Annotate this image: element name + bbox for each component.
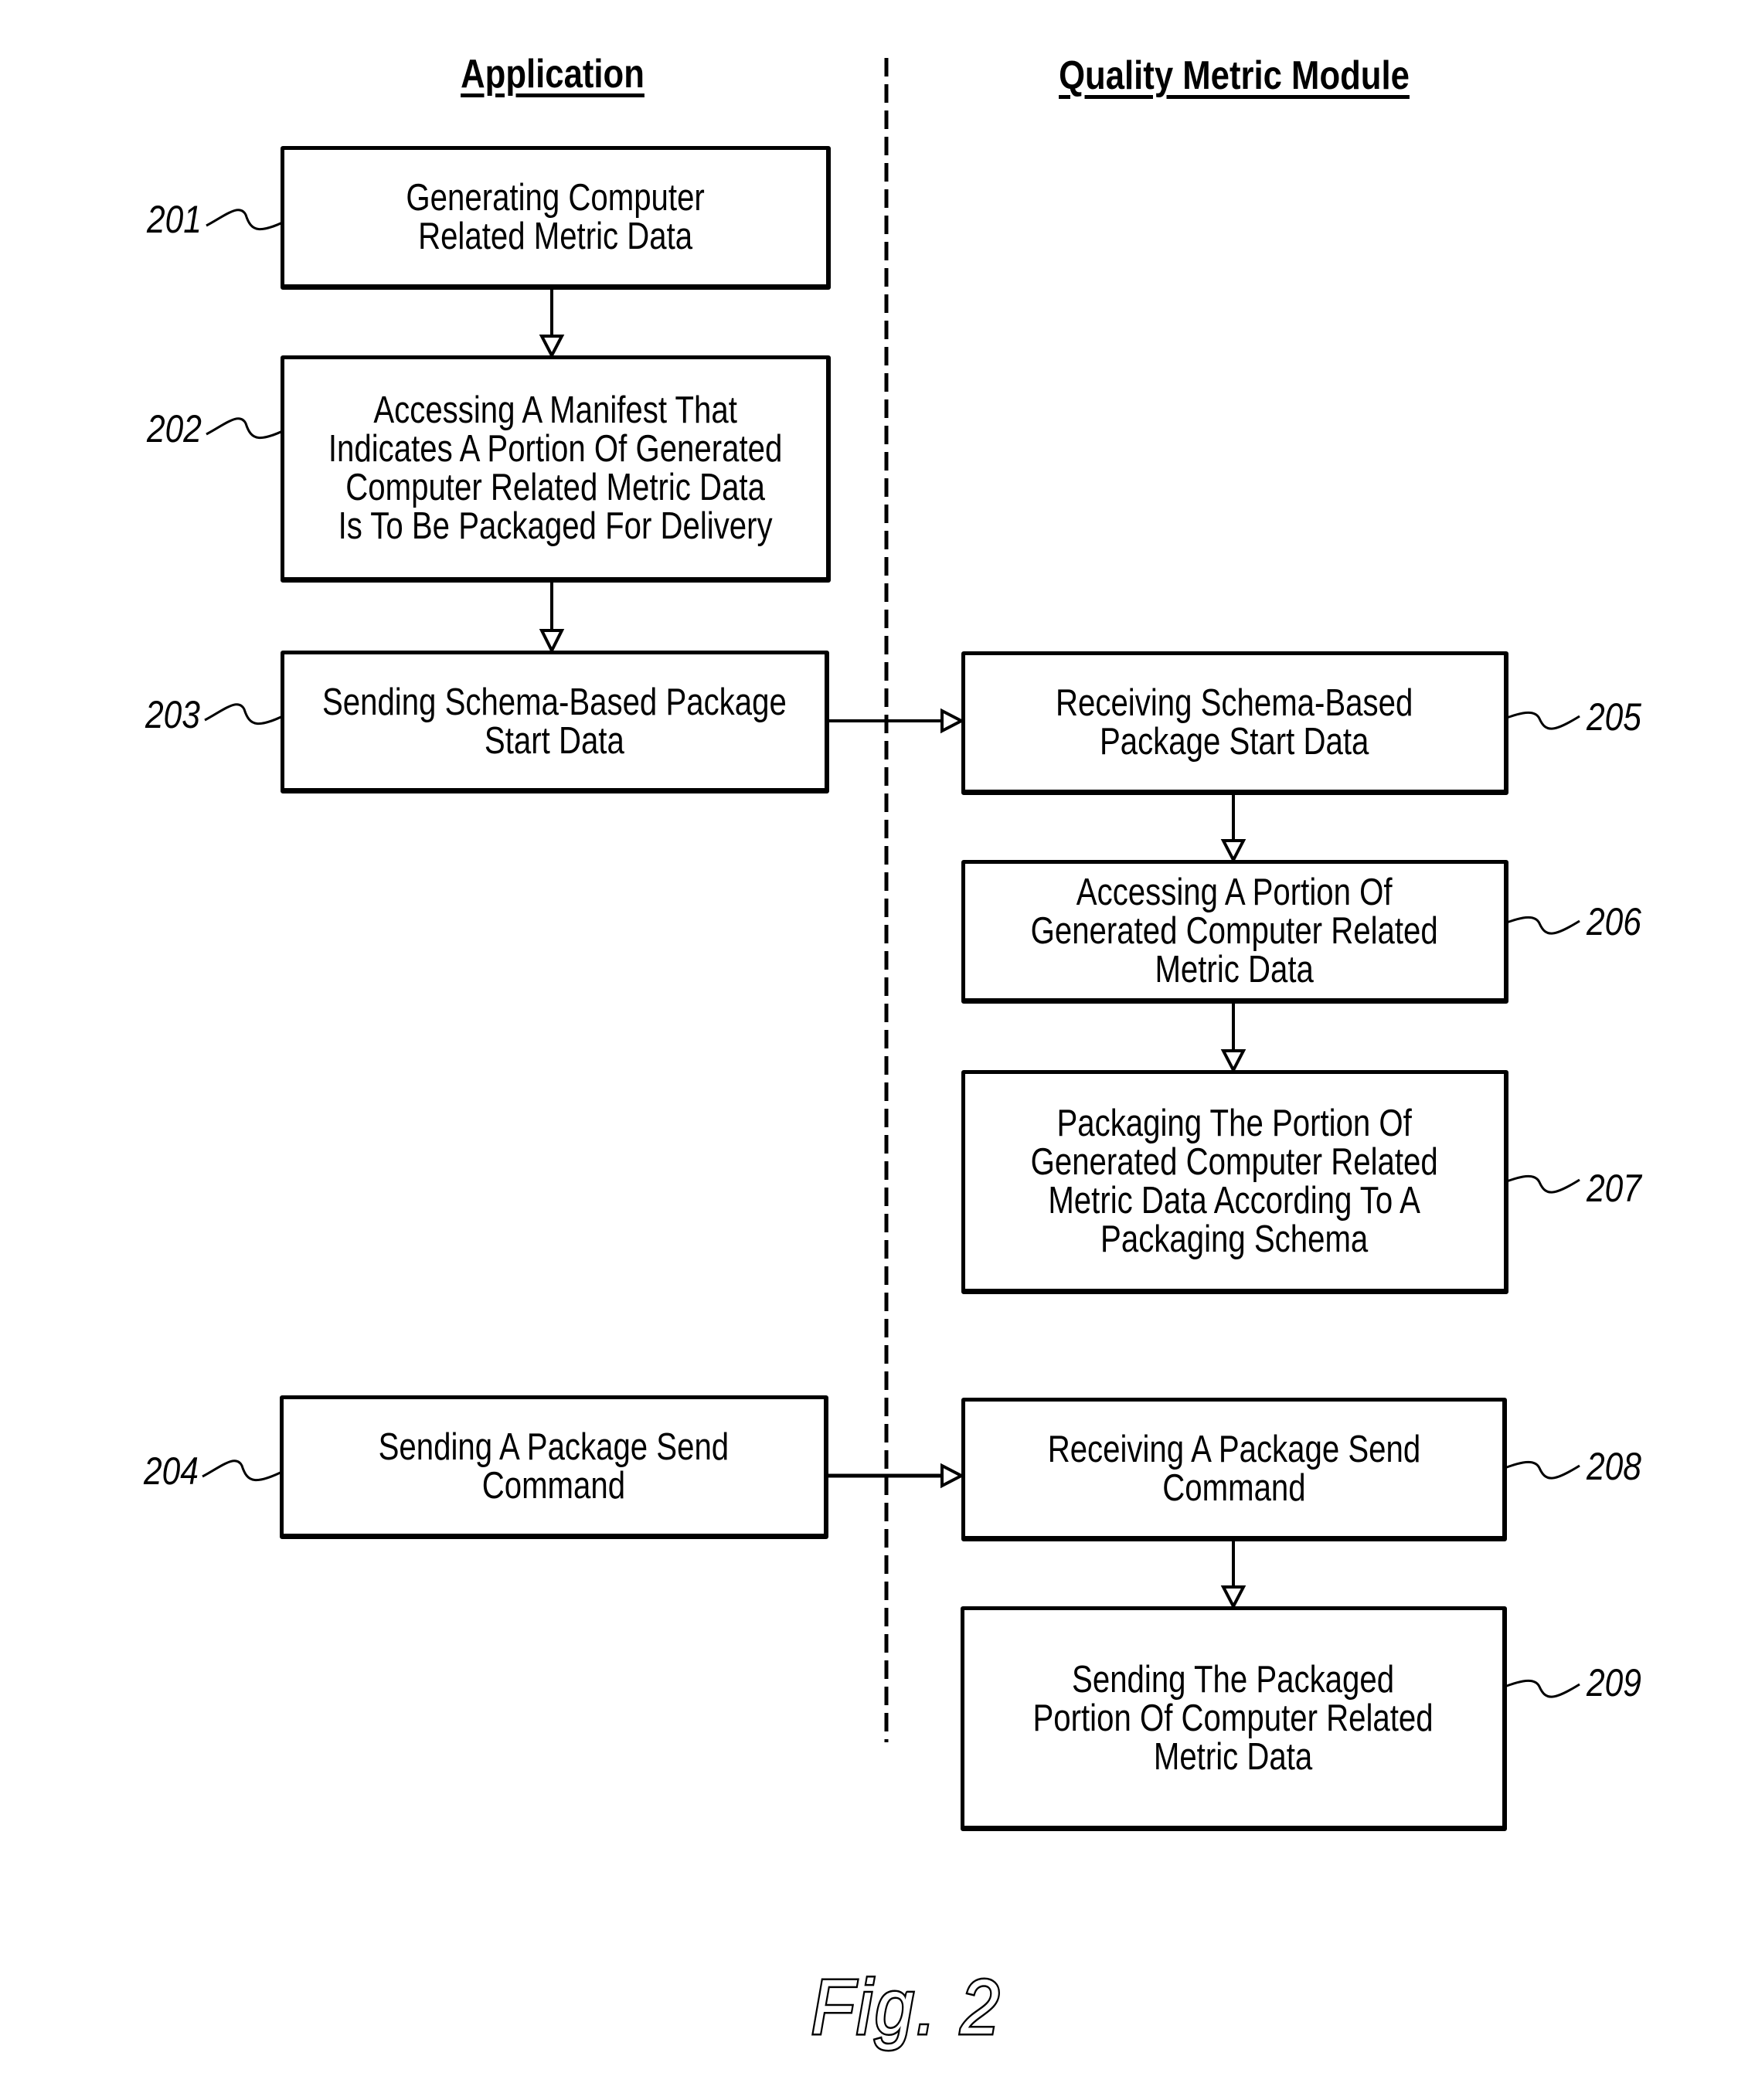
step-box-205: Receiving Schema-Based Package Start Dat… xyxy=(961,651,1508,795)
step-text-201: Generating Computer Related Metric Data xyxy=(406,177,705,257)
leader-204 xyxy=(202,1459,289,1481)
step-text-203: Sending Schema-Based Package Start Data xyxy=(322,681,787,762)
step-text-205: Receiving Schema-Based Package Start Dat… xyxy=(1056,682,1413,763)
leader-209 xyxy=(1494,1679,1580,1698)
figure-caption: Fig. 2 xyxy=(810,1964,1002,2051)
arrow-205-206 xyxy=(1220,793,1247,864)
arrow-208-209 xyxy=(1220,1540,1247,1610)
ref-label-205: 205 xyxy=(1587,695,1641,739)
step-text-206: Accessing A Portion Of Generated Compute… xyxy=(1030,872,1439,991)
leader-208 xyxy=(1494,1460,1580,1480)
ref-label-203: 203 xyxy=(145,693,200,736)
step-box-201: Generating Computer Related Metric Data xyxy=(281,146,831,290)
column-header-quality-metric-module: Quality Metric Module xyxy=(1059,53,1410,98)
leader-203 xyxy=(204,703,291,725)
ref-label-209: 209 xyxy=(1587,1661,1641,1704)
step-text-208: Receiving A Package Send Command xyxy=(1047,1429,1420,1509)
ref-label-201: 201 xyxy=(147,198,202,241)
step-box-208: Receiving A Package Send Command xyxy=(961,1398,1507,1541)
step-box-206: Accessing A Portion Of Generated Compute… xyxy=(961,860,1508,1004)
arrow-206-207 xyxy=(1220,1002,1247,1074)
step-box-207: Packaging The Portion Of Generated Compu… xyxy=(961,1070,1508,1294)
step-box-209: Sending The Packaged Portion Of Computer… xyxy=(961,1606,1507,1831)
arrow-201-202 xyxy=(539,288,565,359)
step-text-207: Packaging The Portion Of Generated Compu… xyxy=(1030,1103,1439,1260)
ref-label-204: 204 xyxy=(144,1449,199,1493)
step-box-202: Accessing A Manifest That Indicates A Po… xyxy=(281,355,831,583)
step-text-202: Accessing A Manifest That Indicates A Po… xyxy=(328,389,783,547)
ref-label-207: 207 xyxy=(1587,1167,1641,1210)
step-text-209: Sending The Packaged Portion Of Computer… xyxy=(1032,1658,1434,1778)
leader-202 xyxy=(206,417,293,439)
leader-201 xyxy=(206,209,293,230)
ref-label-202: 202 xyxy=(147,407,202,450)
step-box-203: Sending Schema-Based Package Start Data xyxy=(281,651,829,793)
arrow-202-203 xyxy=(539,581,565,654)
arrow-204-208 xyxy=(828,1463,965,1489)
step-box-204: Sending A Package Send Command xyxy=(280,1395,828,1539)
ref-label-208: 208 xyxy=(1587,1445,1641,1488)
flowchart-diagram: Application Quality Metric Module Genera… xyxy=(0,0,1755,2100)
step-text-204: Sending A Package Send Command xyxy=(378,1426,730,1507)
arrow-203-205 xyxy=(828,708,965,734)
ref-label-206: 206 xyxy=(1587,900,1641,943)
column-header-application: Application xyxy=(461,52,645,97)
